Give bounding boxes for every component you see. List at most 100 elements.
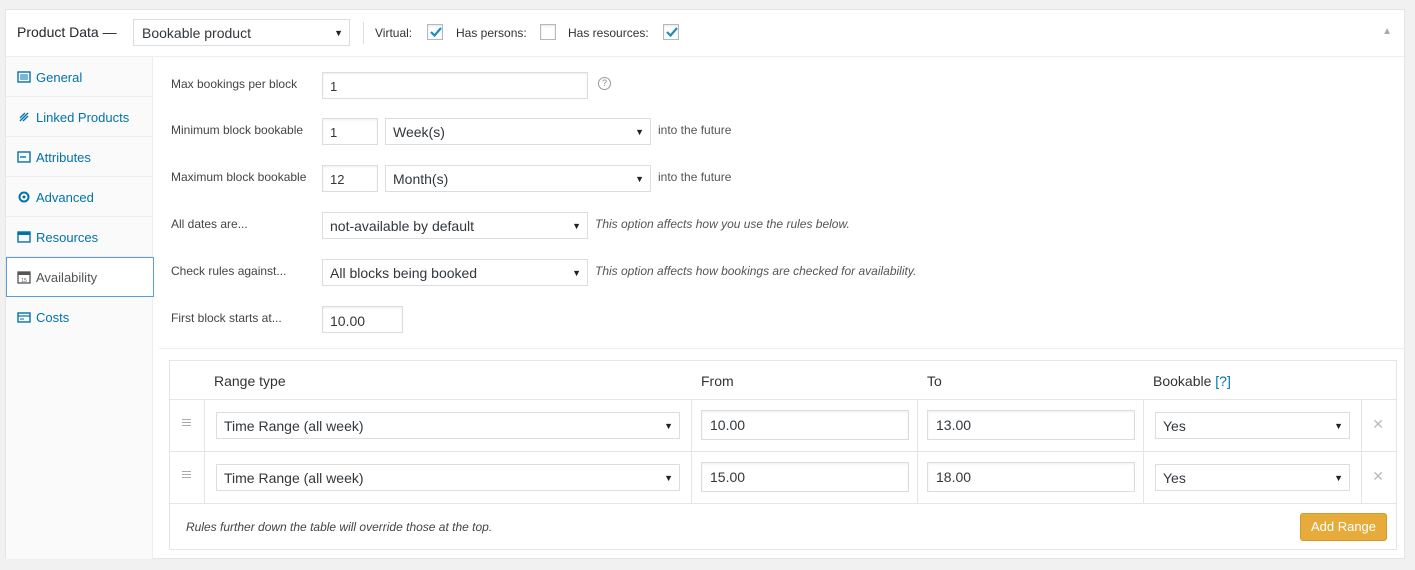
- collapse-toggle-icon[interactable]: ▲: [1382, 26, 1392, 37]
- remove-row-icon[interactable]: ✕: [1372, 468, 1384, 485]
- cell-divider: [917, 452, 918, 504]
- chevron-down-icon: ▼: [1334, 472, 1343, 483]
- general-icon: [17, 71, 31, 83]
- tab-label: Availability: [36, 270, 98, 285]
- bookable-help-link[interactable]: [?]: [1215, 373, 1231, 389]
- panel-title: Product Data —: [17, 24, 117, 40]
- tab-label: Costs: [36, 310, 70, 325]
- chevron-down-icon: ▼: [334, 27, 343, 38]
- header-divider: [363, 22, 364, 44]
- remove-row-icon[interactable]: ✕: [1372, 416, 1384, 433]
- tab-label: Attributes: [36, 150, 91, 165]
- check-rules-select[interactable]: All blocks being booked ▼: [322, 259, 588, 286]
- bookable-header-label: Bookable: [1153, 373, 1212, 389]
- product-data-header: Product Data — Bookable product ▼ Virtua…: [6, 10, 1404, 57]
- tab-label: Advanced: [36, 190, 94, 205]
- tab-general[interactable]: General: [6, 57, 153, 97]
- product-type-select[interactable]: Bookable product ▼: [133, 19, 350, 46]
- check-rules-hint: This option affects how bookings are che…: [595, 264, 917, 278]
- check-rules-value: All blocks being booked: [330, 265, 478, 281]
- bookable-value: Yes: [1163, 470, 1186, 486]
- all-dates-select[interactable]: not-available by default ▼: [322, 212, 588, 239]
- to-time-input[interactable]: 18.00: [927, 462, 1135, 492]
- column-header-from: From: [701, 373, 734, 389]
- has-resources-checkbox[interactable]: [663, 24, 679, 40]
- table-row: Time Range (all week) ▼ 10.00 13.00 Yes …: [170, 399, 1396, 452]
- tab-label: Resources: [36, 230, 99, 245]
- drag-handle-icon[interactable]: [182, 419, 191, 428]
- first-block-input[interactable]: 10.00: [322, 306, 403, 333]
- min-block-unit-value: Week(s): [393, 124, 445, 140]
- tab-availability[interactable]: 15 Availability: [6, 257, 154, 297]
- cell-divider: [1143, 400, 1144, 452]
- from-time-value: 15.00: [710, 469, 746, 485]
- cell-divider: [917, 400, 918, 452]
- virtual-checkbox[interactable]: [427, 24, 443, 40]
- link-icon: [19, 112, 29, 122]
- max-block-unit-value: Month(s): [393, 171, 449, 187]
- chevron-down-icon: ▼: [1334, 420, 1343, 431]
- chevron-down-icon: ▼: [635, 126, 644, 137]
- tab-costs[interactable]: Costs: [6, 297, 153, 337]
- svg-text:15: 15: [21, 278, 27, 284]
- chevron-down-icon: ▼: [635, 173, 644, 184]
- product-data-panel: Product Data — Bookable product ▼ Virtua…: [5, 9, 1405, 559]
- min-block-suffix: into the future: [658, 123, 732, 137]
- min-block-input[interactable]: 1: [322, 118, 378, 145]
- to-time-value: 13.00: [936, 417, 972, 433]
- cell-divider: [691, 452, 692, 504]
- checkmark-icon: [666, 27, 678, 38]
- max-block-suffix: into the future: [658, 170, 732, 184]
- max-bookings-input[interactable]: 1: [322, 72, 588, 99]
- max-block-unit-select[interactable]: Month(s) ▼: [385, 165, 651, 192]
- min-block-unit-select[interactable]: Week(s) ▼: [385, 118, 651, 145]
- column-header-to: To: [927, 373, 942, 389]
- to-time-input[interactable]: 13.00: [927, 410, 1135, 440]
- tab-label: Linked Products: [36, 110, 130, 125]
- max-block-input[interactable]: 12: [322, 165, 378, 192]
- bookable-select[interactable]: Yes ▼: [1155, 464, 1350, 491]
- cell-divider: [691, 400, 692, 452]
- min-block-label: Minimum block bookable: [171, 123, 304, 137]
- calendar-icon: 15: [17, 271, 31, 284]
- tab-resources[interactable]: Resources: [6, 217, 153, 257]
- tab-attributes[interactable]: Attributes: [6, 137, 153, 177]
- max-block-value: 12: [330, 172, 345, 187]
- chevron-down-icon: ▼: [664, 420, 673, 431]
- tab-advanced[interactable]: Advanced: [6, 177, 153, 217]
- virtual-label: Virtual:: [375, 26, 413, 40]
- has-persons-label: Has persons:: [456, 26, 527, 40]
- max-bookings-label: Max bookings per block: [171, 77, 298, 91]
- all-dates-hint: This option affects how you use the rule…: [595, 217, 850, 231]
- chevron-down-icon: ▼: [572, 267, 581, 278]
- drag-handle-icon[interactable]: [182, 471, 191, 480]
- cell-divider: [1143, 452, 1144, 504]
- bookable-select[interactable]: Yes ▼: [1155, 412, 1350, 439]
- range-type-value: Time Range (all week): [224, 418, 364, 434]
- column-header-range-type: Range type: [214, 373, 286, 389]
- tab-label: General: [36, 70, 83, 85]
- column-header-bookable: Bookable [?]: [1153, 373, 1231, 389]
- from-time-input[interactable]: 15.00: [701, 462, 909, 492]
- all-dates-value: not-available by default: [330, 218, 474, 234]
- cell-divider: [204, 452, 205, 504]
- has-persons-checkbox[interactable]: [540, 24, 556, 40]
- range-type-select[interactable]: Time Range (all week) ▼: [216, 464, 680, 491]
- product-data-tabs: General Linked Products Attributes Advan…: [6, 57, 154, 559]
- add-range-button[interactable]: Add Range: [1300, 513, 1387, 541]
- availability-rules-table: Range type From To Bookable [?] Time Ran…: [169, 360, 1397, 550]
- cell-divider: [1361, 452, 1362, 504]
- rules-note: Rules further down the table will overri…: [186, 520, 493, 534]
- from-time-input[interactable]: 10.00: [701, 410, 909, 440]
- bookable-value: Yes: [1163, 418, 1186, 434]
- table-row: Time Range (all week) ▼ 15.00 18.00 Yes …: [170, 451, 1396, 504]
- max-block-label: Maximum block bookable: [171, 170, 307, 184]
- gear-icon: [18, 191, 30, 203]
- section-divider: [159, 348, 1405, 349]
- range-type-select[interactable]: Time Range (all week) ▼: [216, 412, 680, 439]
- cell-divider: [204, 400, 205, 452]
- attributes-icon: [17, 151, 31, 163]
- tab-linked-products[interactable]: Linked Products: [6, 97, 153, 137]
- all-dates-label: All dates are...: [171, 217, 248, 231]
- help-icon[interactable]: ?: [598, 77, 611, 90]
